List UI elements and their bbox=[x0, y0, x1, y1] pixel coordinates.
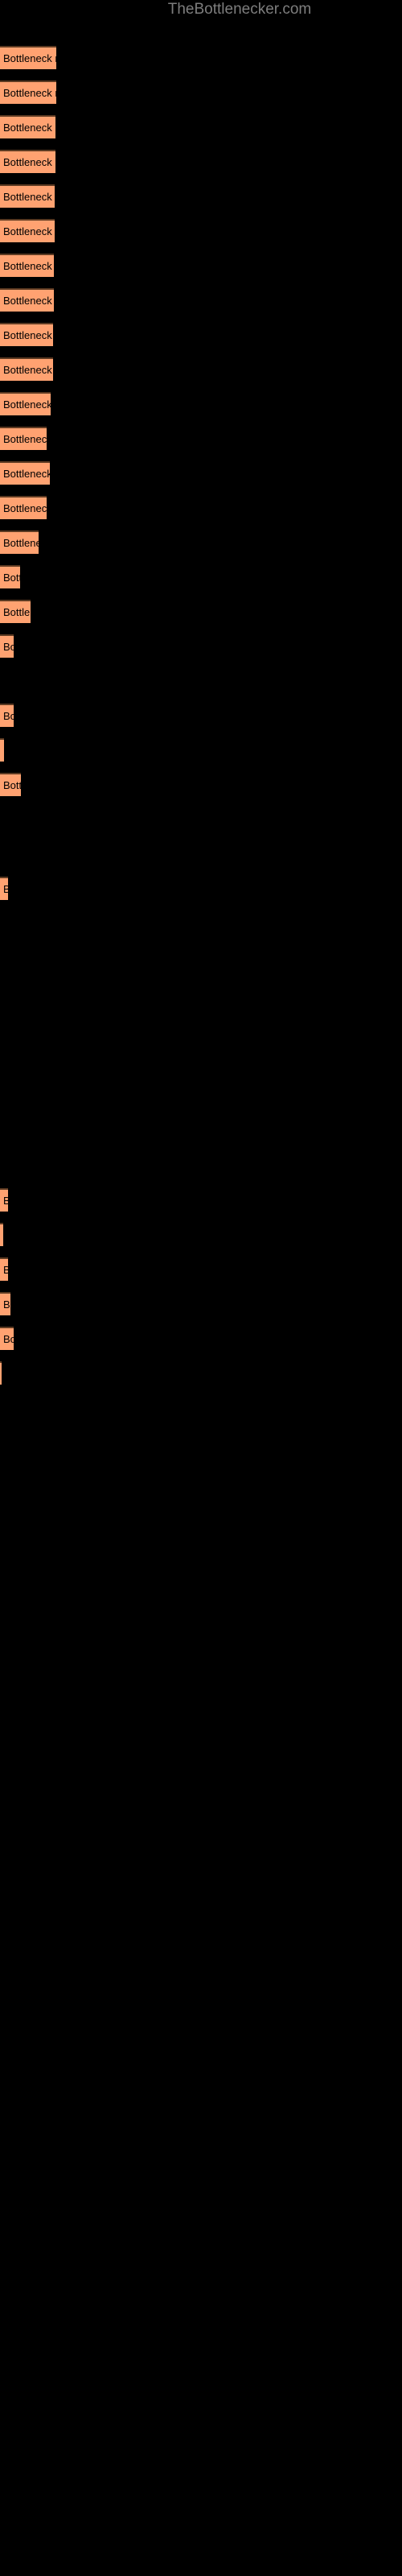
bottleneck-bar-chart: Bottleneck result Bottleneck result Bottle… bbox=[0, 0, 402, 2576]
bar-label: Bottleneck result bbox=[3, 468, 50, 480]
bar[interactable]: Bottleneck result bbox=[0, 80, 56, 104]
bar-label: Bottleneck result bbox=[3, 433, 47, 445]
bar-label: Bottleneck result bbox=[3, 87, 56, 99]
bar-label: Bottleneck result bbox=[3, 537, 39, 549]
bar[interactable]: Bottleneck result bbox=[0, 357, 53, 381]
bar[interactable]: Bottleneck result bbox=[0, 1327, 14, 1350]
bar-label: Bottleneck result bbox=[3, 606, 31, 618]
bar[interactable]: Bottleneck result bbox=[0, 1188, 8, 1212]
bar-label: Bottleneck result bbox=[3, 329, 53, 341]
bar-label: Bottleneck result bbox=[3, 882, 8, 897]
bar[interactable]: Bottleneck result bbox=[0, 877, 8, 900]
bar[interactable]: Bottleneck result bbox=[0, 288, 54, 312]
bar[interactable]: Bottleneck result bbox=[0, 323, 53, 346]
bar[interactable]: Bottleneck result bbox=[0, 1257, 8, 1281]
bar-label: Bottleneck result bbox=[3, 1263, 8, 1278]
bar[interactable]: Bottleneck result bbox=[0, 219, 55, 242]
bar[interactable]: Bottleneck result bbox=[0, 634, 14, 658]
bar-label: Bottleneck result bbox=[3, 364, 53, 376]
bar-label: Bottleneck result bbox=[3, 122, 55, 134]
bar-label: Bottleneck result bbox=[3, 641, 14, 653]
bar-label: Bottleneck result bbox=[3, 744, 4, 758]
bar[interactable]: Bottleneck result bbox=[0, 773, 21, 796]
bar-label: Bottleneck result bbox=[3, 779, 21, 791]
bar[interactable]: Bottleneck result bbox=[0, 600, 31, 623]
bar[interactable]: Bottleneck result bbox=[0, 1361, 2, 1385]
bar[interactable]: Bottleneck result bbox=[0, 461, 50, 485]
bar[interactable]: Bottleneck result bbox=[0, 530, 39, 554]
bar-label: Bottleneck result bbox=[3, 1298, 10, 1311]
bar-label: Bottleneck result bbox=[3, 502, 47, 514]
bar[interactable]: Bottleneck result bbox=[0, 565, 20, 588]
bar-label: Bottleneck result bbox=[3, 1333, 14, 1345]
bar[interactable]: Bottleneck result bbox=[0, 254, 54, 277]
bar-label: Bottleneck result bbox=[3, 295, 54, 307]
bar[interactable]: Bottleneck result bbox=[0, 704, 14, 727]
bar-label: Bottleneck result bbox=[3, 225, 55, 237]
bar[interactable]: Bottleneck result bbox=[0, 184, 55, 208]
bar-label: Bottleneck result bbox=[3, 260, 54, 272]
bar-label: Bottleneck result bbox=[3, 191, 55, 203]
bar[interactable]: Bottleneck result bbox=[0, 1292, 10, 1315]
bar[interactable]: Bottleneck result bbox=[0, 427, 47, 450]
bar-label: Bottleneck result bbox=[3, 52, 56, 64]
bar[interactable]: Bottleneck result bbox=[0, 1223, 3, 1246]
bar[interactable]: Bottleneck result bbox=[0, 738, 4, 762]
bar-label: Bottleneck result bbox=[3, 572, 20, 584]
bar-label: Bottleneck result bbox=[3, 710, 14, 722]
bar[interactable]: Bottleneck result bbox=[0, 46, 56, 69]
bar[interactable]: Bottleneck result bbox=[0, 496, 47, 519]
bar[interactable]: Bottleneck result bbox=[0, 150, 55, 173]
bar-label: Bottleneck result bbox=[3, 1194, 8, 1208]
bar-label: Bottleneck result bbox=[3, 156, 55, 168]
bar[interactable]: Bottleneck result bbox=[0, 115, 55, 138]
bar[interactable]: Bottleneck result bbox=[0, 392, 51, 415]
bar-label: Bottleneck result bbox=[3, 398, 51, 411]
